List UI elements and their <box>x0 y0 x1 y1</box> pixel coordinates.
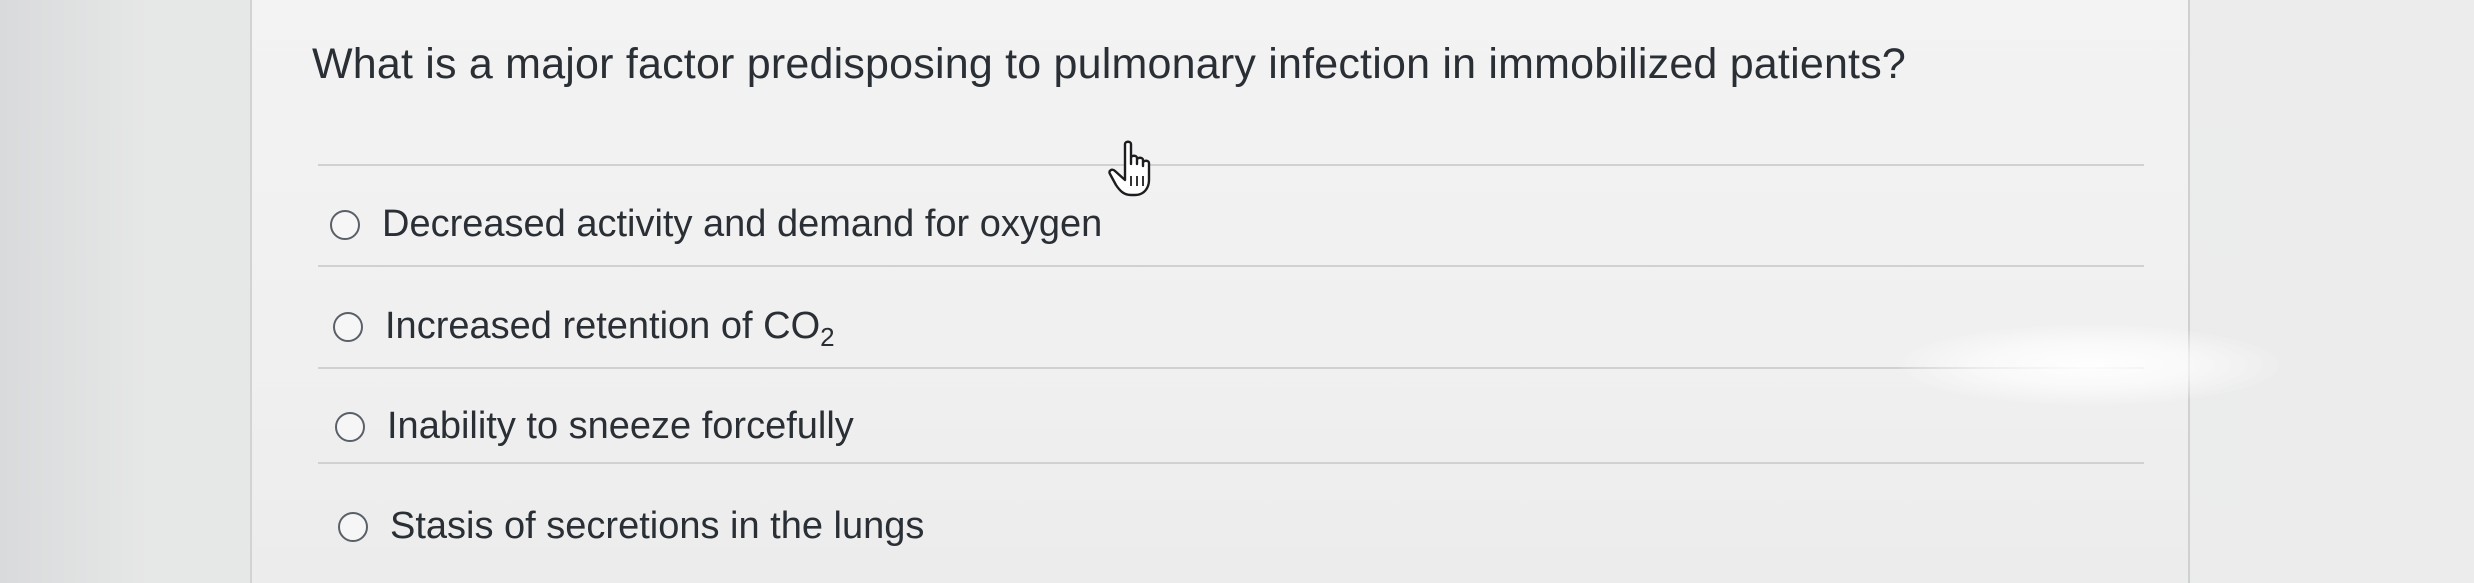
question-panel: What is a major factor predisposing to p… <box>250 0 2190 583</box>
question-text: What is a major factor predisposing to p… <box>312 40 1907 88</box>
answer-option-2[interactable]: Increased retention of CO2 <box>333 305 835 352</box>
hand-pointer-icon <box>1108 140 1151 197</box>
divider <box>318 367 2144 369</box>
divider <box>318 462 2144 464</box>
radio-button[interactable] <box>335 411 365 442</box>
option-label-text: Increased retention of CO <box>385 305 821 347</box>
radio-button[interactable] <box>333 311 363 342</box>
answer-option-3[interactable]: Inability to sneeze forcefully <box>335 405 854 448</box>
option-label: Increased retention of CO2 <box>385 305 835 352</box>
radio-button[interactable] <box>330 209 360 240</box>
divider <box>318 164 2144 166</box>
option-label: Stasis of secretions in the lungs <box>390 505 925 547</box>
option-label-subscript: 2 <box>820 322 835 352</box>
option-label: Inability to sneeze forcefully <box>387 405 854 447</box>
answer-option-4[interactable]: Stasis of secretions in the lungs <box>338 505 924 548</box>
divider <box>318 265 2144 267</box>
radio-button[interactable] <box>338 511 368 542</box>
answer-option-1[interactable]: Decreased activity and demand for oxygen <box>330 203 1102 246</box>
option-label: Decreased activity and demand for oxygen <box>382 203 1103 245</box>
